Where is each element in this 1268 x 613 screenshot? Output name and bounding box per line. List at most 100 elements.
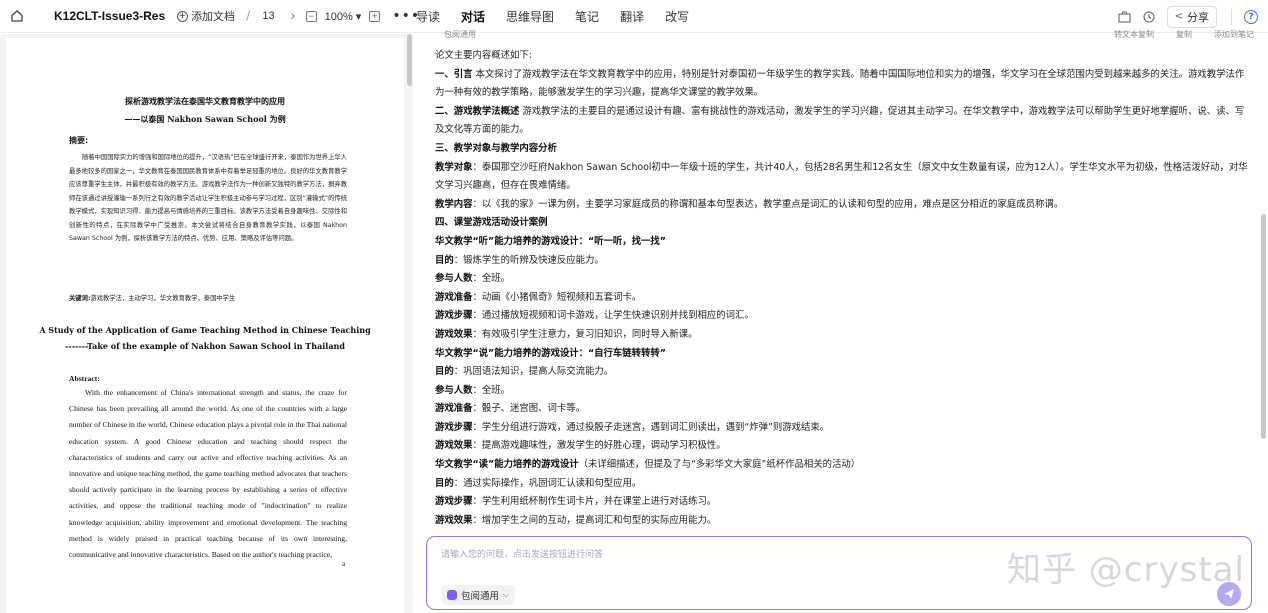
answer-source-tag: 包阅通用 bbox=[444, 30, 476, 39]
answer-line-text: 本文探讨了游戏教学法在华文教育教学中的应用，特别是针对泰国初一年级学生的教学实践… bbox=[435, 68, 1245, 99]
share-icon: < bbox=[1174, 11, 1183, 22]
tab-chat[interactable]: 对话 bbox=[461, 8, 485, 25]
plus-circle-icon: + bbox=[177, 10, 188, 22]
chevron-right-icon[interactable]: › bbox=[290, 9, 295, 24]
model-selector[interactable]: 包阅通用 ⌵ bbox=[441, 585, 516, 605]
question-input-box[interactable]: 请输入您的问题，点击发送按钮进行问答 知乎 @crystal 包阅通用 ⌵ bbox=[426, 536, 1252, 610]
add-document-button[interactable]: + 添加文档 bbox=[172, 5, 240, 27]
tab-notes[interactable]: 笔记 bbox=[575, 8, 599, 25]
answer-line: 游戏效果：提高游戏趣味性，激发学生的好胜心理，调动学习积极性。 bbox=[435, 437, 1253, 456]
page-mark: a bbox=[342, 560, 346, 568]
answer-line-heading: 华文教学“听”能力培养的游戏设计：“听一听，找一找” bbox=[435, 235, 666, 247]
answer-line-text: ：提高游戏趣味性，激发学生的好胜心理，调动学习积极性。 bbox=[472, 440, 726, 452]
model-label: 包阅通用 bbox=[461, 591, 500, 602]
answer-line: 参与人数：全班。 bbox=[435, 270, 1253, 289]
answer-line: 目的：巩固语法知识，提高人际交流能力。 bbox=[435, 363, 1253, 382]
answer-line-text: ：泰国那空沙旺府Nakhon Sawan School初中一年级十班的学生，共计… bbox=[435, 161, 1248, 192]
answer-line-text: ：骰子、迷宫图、词卡等。 bbox=[472, 403, 586, 415]
document-scrollbar[interactable] bbox=[407, 34, 412, 86]
answer-line-text: ：有效吸引学生注意力，复习旧知识，同时导入新课。 bbox=[472, 328, 698, 340]
zoom-controls: − 100% ▾ + bbox=[305, 10, 381, 23]
add-to-notes-button[interactable]: 添加到笔记 bbox=[1214, 29, 1254, 40]
answer-line-heading: 华文教学“读”能力培养的游戏设计 bbox=[435, 459, 579, 471]
answer-line-heading: 四、课堂游戏活动设计案例 bbox=[435, 217, 548, 229]
tab-guide[interactable]: 导读 bbox=[416, 8, 440, 25]
paper-subtitle-en: -------Take of the example of Nakhon Saw… bbox=[65, 341, 345, 351]
answer-line-text: ：巩固语法知识，提高人际交流能力。 bbox=[453, 366, 614, 378]
keywords-label-zh: 关键词: bbox=[69, 295, 91, 302]
answer-line: 游戏步骤：学生利用纸杯制作生词卡片，并在课堂上进行对话练习。 bbox=[435, 493, 1253, 512]
answer-line-text: ：以《我的家》一课为例，主要学习家庭成员的称谓和基本句型表达，教学重点是词汇的认… bbox=[472, 198, 1064, 210]
copy-text-button[interactable]: 转文本复制 bbox=[1114, 29, 1154, 40]
answer-line: 教学内容：以《我的家》一课为例，主要学习家庭成员的称谓和基本句型表达，教学重点是… bbox=[435, 196, 1253, 215]
answer-line-text: ：锻炼学生的听辨及快速反应能力。 bbox=[453, 254, 604, 266]
answer-line: 华文教学“读”能力培养的游戏设计（未详细描述，但提及了与“多彩华文大家庭”纸杯作… bbox=[435, 456, 1253, 475]
zoom-level[interactable]: 100% ▾ bbox=[325, 10, 362, 23]
model-icon bbox=[447, 590, 457, 600]
answer-line: 参与人数：全班。 bbox=[435, 382, 1253, 401]
answer-line: 游戏步骤：学生分组进行游戏，通过投骰子走迷宫，遇到词汇则读出，遇到“炸弹”则游戏… bbox=[435, 419, 1253, 438]
answer-line-heading: 教学对象 bbox=[435, 161, 473, 173]
watermark-text: 知乎 @crystal bbox=[1007, 550, 1245, 590]
history-icon[interactable] bbox=[1137, 10, 1161, 23]
answer-line-heading: 游戏效果 bbox=[435, 514, 473, 526]
answer-line-heading: 游戏准备 bbox=[435, 291, 473, 303]
answer-line-text: ：全班。 bbox=[472, 384, 511, 396]
share-button[interactable]: < 分享 bbox=[1166, 5, 1217, 28]
keywords-zh: 关键词:游戏教学法，主动学习，华文教育教学，泰国中学生 bbox=[69, 292, 347, 306]
document-page: 探析游戏教学法在泰国华文教育教学中的应用 ——以泰国 Nakhon Sawan … bbox=[6, 38, 404, 613]
abstract-label-zh: 摘要: bbox=[69, 136, 89, 145]
answer-line: 游戏准备：骰子、迷宫图、词卡等。 bbox=[435, 400, 1253, 419]
answer-line-heading: 游戏效果 bbox=[435, 328, 473, 340]
answer-line-text: ：通过播放短视频和词卡游戏，让学生快速识别并找到相应的词汇。 bbox=[472, 310, 754, 322]
divider bbox=[1231, 8, 1232, 25]
keywords-text-zh: 游戏教学法，主动学习，华文教育教学，泰国中学生 bbox=[90, 295, 236, 302]
answer-line-heading: 一、引言 bbox=[435, 68, 473, 80]
answer-line-text: 游戏教学法的主要目的是通过设计有趣、富有挑战性的游戏活动，激发学生的学习兴趣，促… bbox=[435, 105, 1245, 136]
add-document-label: 添加文档 bbox=[191, 10, 235, 23]
answer-line-text: ：全班。 bbox=[472, 273, 511, 285]
answer-line-heading: 游戏步骤 bbox=[435, 496, 473, 508]
tab-translate[interactable]: 翻译 bbox=[620, 8, 644, 25]
answer-line-heading: 二、游戏教学法概述 bbox=[435, 105, 520, 117]
answer-line: 目的：通过实际操作，巩固词汇认读和句型应用。 bbox=[435, 475, 1253, 494]
briefcase-icon[interactable] bbox=[1113, 11, 1137, 23]
answer-line-text: ：动画《小猪佩奇》短视频和五套词卡。 bbox=[472, 291, 642, 303]
home-icon[interactable] bbox=[0, 0, 34, 33]
answer-line: 教学对象：泰国那空沙旺府Nakhon Sawan School初中一年级十班的学… bbox=[435, 159, 1253, 196]
page-number-field[interactable]: 13 bbox=[262, 10, 284, 22]
answer-line-heading: 游戏效果 bbox=[435, 440, 473, 452]
share-label: 分享 bbox=[1187, 10, 1209, 24]
answer-line-text: ：学生利用纸杯制作生词卡片，并在课堂上进行对话练习。 bbox=[472, 496, 717, 508]
zoom-in-icon[interactable]: + bbox=[369, 10, 381, 22]
answer-line-heading: 目的 bbox=[435, 477, 454, 489]
paper-subtitle-zh: ——以泰国 Nakhon Sawan School 为例 bbox=[124, 114, 286, 124]
page-separator: / bbox=[246, 8, 251, 24]
answer-line-text: ：增加学生之间的互动，提高词汇和句型的实际应用能力。 bbox=[472, 514, 717, 526]
tab-mindmap[interactable]: 思维导图 bbox=[506, 8, 554, 25]
help-icon[interactable]: ? bbox=[1244, 9, 1258, 24]
answer-line-text: ：学生分组进行游戏，通过投骰子走迷宫，遇到词汇则读出，遇到“炸弹”则游戏结束。 bbox=[472, 421, 830, 433]
answer-line-heading: 华文教学“说”能力培养的游戏设计：“自行车链转转转” bbox=[435, 347, 666, 359]
chevron-down-icon: ⌵ bbox=[503, 590, 510, 599]
answer-line: 华文教学“听”能力培养的游戏设计：“听一听，找一找” bbox=[435, 233, 1253, 252]
answer-line: 目的：锻炼学生的听辨及快速反应能力。 bbox=[435, 252, 1253, 271]
answer-line: 四、课堂游戏活动设计案例 bbox=[435, 214, 1253, 233]
answer-line-heading: 三、教学对象与教学内容分析 bbox=[435, 142, 557, 154]
paper-title-zh: 探析游戏教学法在泰国华文教育教学中的应用 bbox=[125, 96, 285, 106]
answer-line-heading: 游戏步骤 bbox=[435, 310, 473, 322]
answer-line-heading: 游戏步骤 bbox=[435, 421, 473, 433]
answer-line-heading: 参与人数 bbox=[435, 384, 473, 396]
chat-scrollbar[interactable] bbox=[1261, 214, 1266, 439]
answer-line-heading: 参与人数 bbox=[435, 273, 473, 285]
send-button[interactable] bbox=[1217, 582, 1241, 606]
question-input-placeholder: 请输入您的问题，点击发送按钮进行问答 bbox=[441, 550, 604, 560]
answer-line: 三、教学对象与教学内容分析 bbox=[435, 140, 1253, 159]
answer-line-heading: 目的 bbox=[435, 254, 454, 266]
document-title[interactable]: K12CLT-Issue3-Res... bbox=[54, 9, 166, 23]
abstract-en: With the enhancement of China's internat… bbox=[69, 388, 347, 560]
zoom-out-icon[interactable]: − bbox=[305, 10, 317, 22]
document-viewer[interactable]: 探析游戏教学法在泰国华文教育教学中的应用 ——以泰国 Nakhon Sawan … bbox=[0, 34, 413, 613]
tab-rewrite[interactable]: 改写 bbox=[665, 8, 689, 25]
copy-button[interactable]: 复制 bbox=[1176, 29, 1192, 40]
